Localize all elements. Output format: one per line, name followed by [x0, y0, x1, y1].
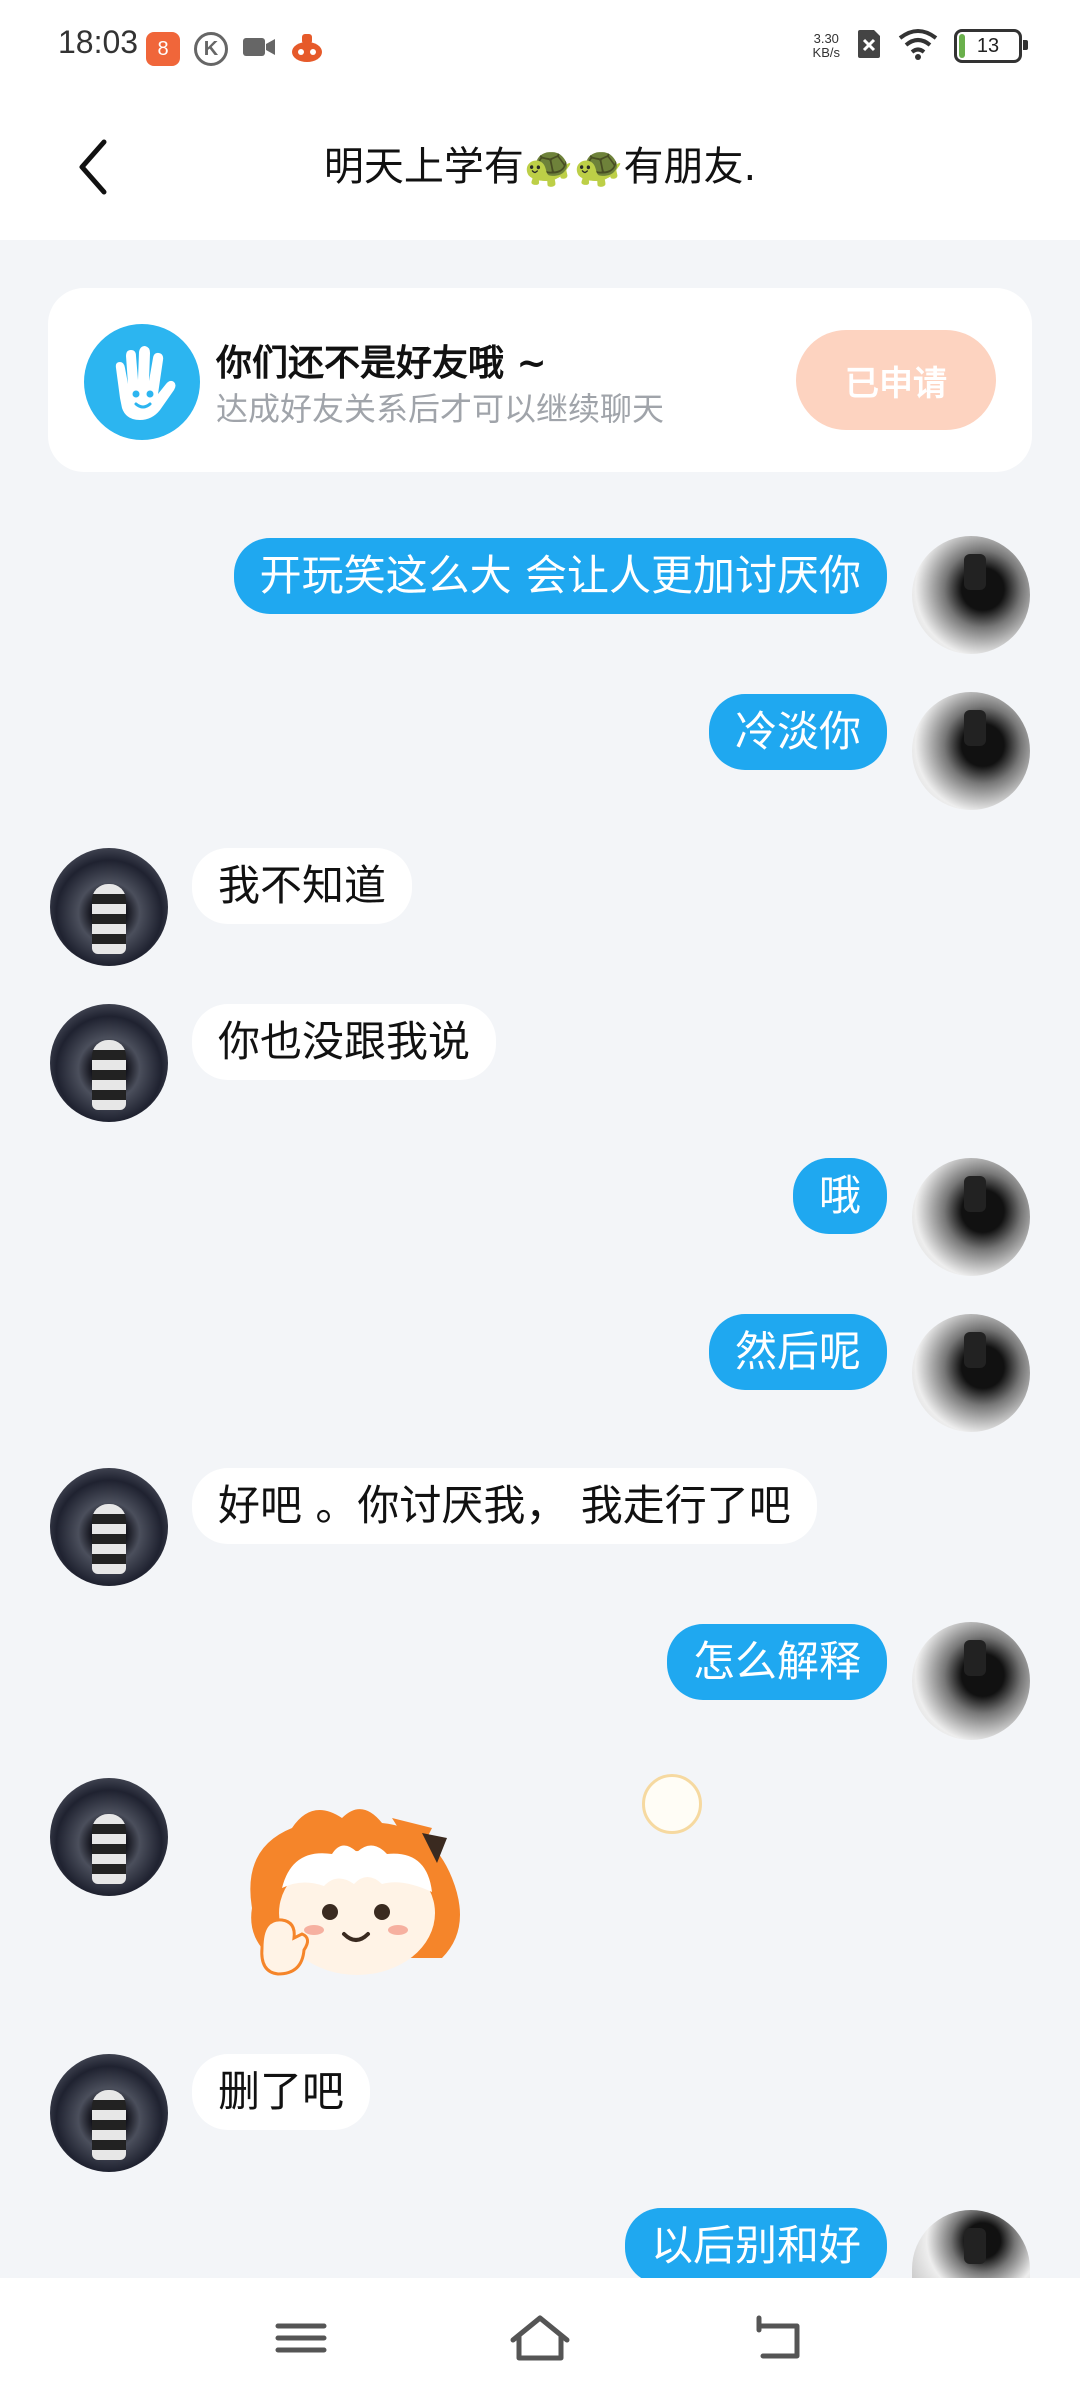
home-icon — [510, 2315, 570, 2361]
message-bubble-incoming[interactable]: 删了吧 — [192, 2054, 371, 2130]
status-time: 18:03 — [58, 24, 139, 60]
message-bubble-incoming[interactable]: 好吧 。你讨厌我， 我走行了吧 — [192, 1468, 817, 1544]
k-app-icon: K — [194, 32, 228, 66]
system-navigation-bar — [0, 2278, 1080, 2404]
message-bubble-outgoing[interactable]: 哦 — [792, 1158, 887, 1234]
friend-card-subtitle: 达成好友关系后才可以继续聊天 — [216, 390, 665, 428]
contact-avatar[interactable] — [50, 2054, 168, 2172]
video-camera-icon — [242, 35, 276, 63]
message-bubble-incoming[interactable]: 我不知道 — [192, 848, 413, 924]
self-avatar[interactable] — [912, 1314, 1030, 1432]
status-bar: 18:03 8 K 3.30 KB/s 13 — [0, 0, 1080, 90]
return-icon — [756, 2315, 800, 2359]
self-avatar[interactable] — [912, 536, 1030, 654]
self-avatar[interactable] — [912, 1158, 1030, 1276]
menu-icon — [275, 2323, 327, 2353]
title-text-prefix: 明天上学有 — [323, 144, 524, 190]
back-nav-button[interactable] — [745, 2308, 815, 2368]
network-speed: 3.30 KB/s — [812, 31, 840, 60]
turtle-emoji-icon: 🐢 — [523, 144, 574, 190]
no-sim-icon — [856, 28, 882, 64]
message-bubble-outgoing[interactable]: 开玩笑这么大 会让人更加讨厌你 — [233, 538, 887, 614]
message-bubble-outgoing[interactable]: 以后别和好 — [624, 2208, 887, 2284]
message-bubble-outgoing[interactable]: 然后呢 — [708, 1314, 887, 1390]
title-text-suffix: 有朋友. — [623, 144, 757, 190]
message-bubble-outgoing[interactable]: 怎么解释 — [666, 1624, 887, 1700]
app-notification-icon: 8 — [146, 32, 180, 66]
self-avatar[interactable] — [912, 692, 1030, 810]
friend-request-card: 你们还不是好友哦 ~ 达成好友关系后才可以继续聊天 已申请 — [48, 288, 1032, 472]
wifi-icon — [898, 28, 938, 64]
chat-header: 明天上学有🐢🐢有朋友. — [0, 90, 1080, 240]
chat-title: 明天上学有🐢🐢有朋友. — [0, 134, 1080, 192]
turtle-emoji-icon: 🐢 — [573, 144, 624, 190]
message-bubble-outgoing[interactable]: 冷淡你 — [708, 694, 887, 770]
battery-indicator: 13 — [954, 29, 1028, 63]
contact-avatar[interactable] — [50, 848, 168, 966]
contact-avatar[interactable] — [50, 1004, 168, 1122]
contact-avatar[interactable] — [50, 1778, 168, 1896]
waving-hand-icon — [84, 324, 200, 440]
friend-card-title: 你们还不是好友哦 ~ — [216, 343, 547, 384]
status-notification-icons: 8 K — [146, 30, 324, 68]
message-bubble-incoming[interactable]: 你也没跟我说 — [192, 1004, 497, 1080]
game-app-icon — [290, 30, 324, 68]
sticker-message[interactable] — [232, 1788, 482, 1988]
self-avatar[interactable] — [912, 1622, 1030, 1740]
loading-indicator — [642, 1774, 702, 1834]
contact-avatar[interactable] — [50, 1468, 168, 1586]
home-nav-button[interactable] — [505, 2308, 575, 2368]
applied-button[interactable]: 已申请 — [796, 330, 996, 430]
menu-nav-button[interactable] — [266, 2308, 336, 2368]
status-right-icons: 3.30 KB/s 13 — [812, 28, 1028, 64]
self-avatar[interactable] — [912, 2210, 1030, 2278]
